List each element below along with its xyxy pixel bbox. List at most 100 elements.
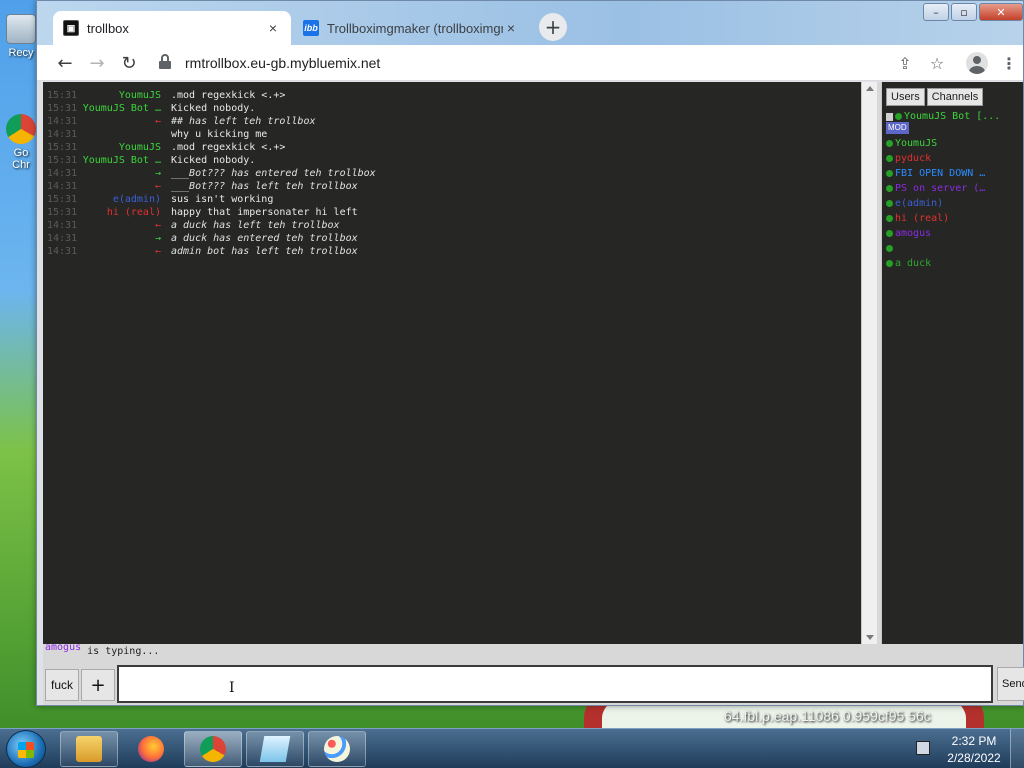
message-nick[interactable] <box>81 128 171 141</box>
send-button[interactable]: Send <box>997 667 1024 701</box>
clock-time[interactable]: 2:32 PM <box>948 734 1000 748</box>
message-text: a duck has entered teh trollbox <box>171 233 358 244</box>
show-desktop-button[interactable] <box>1010 729 1024 768</box>
message-nick[interactable]: ← <box>81 219 171 232</box>
attach-plus-button[interactable]: + <box>81 669 115 701</box>
forward-button[interactable]: → <box>85 51 109 75</box>
browser-menu-icon[interactable]: ⋮ <box>997 51 1021 75</box>
close-window-button[interactable]: ✕ <box>979 3 1023 21</box>
tab-close-icon[interactable]: × <box>503 20 519 36</box>
message-text: .mod regexkick <.+> <box>171 90 286 101</box>
user-list-item[interactable]: hi (real) <box>886 211 1020 226</box>
browser-window: ▣ trollbox × ibb Trollboximgmaker (troll… <box>36 0 1024 706</box>
profile-icon[interactable] <box>965 51 989 75</box>
online-status-icon <box>886 185 893 192</box>
scroll-up-icon[interactable] <box>866 86 874 91</box>
chat-message: 14:31 → ___Bot??? has entered teh trollbox <box>43 167 861 180</box>
typing-indicator: amogus is typing... <box>43 642 1023 664</box>
user-name: FBI OPEN DOWN … <box>895 168 986 179</box>
tab-trollboximgmaker[interactable]: ibb Trollboximgmaker (trollboximgm × <box>293 11 529 45</box>
chrome-icon <box>200 736 226 762</box>
message-text: Kicked nobody. <box>171 155 256 166</box>
message-text: happy that impersonater hi left <box>171 207 358 218</box>
user-name: YoumuJS Bot [... <box>904 111 1001 122</box>
user-name: amogus <box>895 228 932 239</box>
chat-message: 15:31 YoumuJS Bot … Kicked nobody. <box>43 102 861 115</box>
chat-message: 14:31 ← admin bot has left teh trollbox <box>43 245 861 258</box>
lock-icon[interactable] <box>159 54 171 69</box>
typing-suffix: is typing... <box>87 646 160 657</box>
taskbar-paint-button[interactable] <box>308 731 366 767</box>
taskbar-chrome-button[interactable] <box>184 731 242 767</box>
online-status-icon <box>886 200 893 207</box>
minimize-button[interactable]: – <box>923 3 949 21</box>
message-time: 14:31 <box>47 233 78 244</box>
tab-trollbox[interactable]: ▣ trollbox × <box>53 11 291 45</box>
url-text[interactable]: rmtrollbox.eu-gb.mybluemix.net <box>185 55 380 71</box>
online-status-icon <box>886 140 893 147</box>
message-nick[interactable]: hi (real) <box>81 206 171 219</box>
taskbar-notepad-button[interactable] <box>246 731 304 767</box>
windows-logo-icon <box>18 742 34 758</box>
trollbox-page: 15:31 YoumuJS .mod regexkick <.+> 15:31 Youm… <box>43 82 1024 705</box>
start-button[interactable] <box>6 730 46 768</box>
text-cursor-icon: I <box>229 680 235 696</box>
message-text: ## has left teh trollbox <box>171 116 316 127</box>
message-time: 15:31 <box>47 194 78 205</box>
recycle-bin-desktop-icon[interactable]: Recy <box>4 14 38 59</box>
chat-scrollbar[interactable] <box>861 82 877 644</box>
chrome-desktop-icon[interactable]: Go Chr <box>4 114 38 171</box>
message-time: 14:31 <box>47 220 78 231</box>
tab-users[interactable]: Users <box>886 88 925 106</box>
message-nick[interactable]: ← <box>81 115 171 128</box>
message-nick[interactable]: e(admin) <box>81 193 171 206</box>
tab-close-icon[interactable]: × <box>265 20 281 36</box>
share-icon[interactable]: ⇪ <box>893 51 917 75</box>
user-list-item[interactable]: a duck <box>886 256 1020 271</box>
folder-icon <box>76 736 102 762</box>
message-time: 15:31 <box>47 103 78 114</box>
taskbar-explorer-button[interactable] <box>60 731 118 767</box>
chrome-icon <box>6 114 36 144</box>
user-list-item[interactable]: PS on server (… <box>886 181 1020 196</box>
network-icon[interactable] <box>916 741 930 755</box>
user-list-item[interactable]: FBI OPEN DOWN … <box>886 166 1020 181</box>
online-status-icon <box>886 245 893 252</box>
user-list-item[interactable]: YoumuJS Bot [... <box>886 109 1020 124</box>
message-time: 14:31 <box>47 168 78 179</box>
message-nick[interactable]: YoumuJS <box>81 89 171 102</box>
chat-message: 15:31 YoumuJS .mod regexkick <.+> <box>43 89 861 102</box>
bookmark-star-icon[interactable]: ☆ <box>925 51 949 75</box>
chrome-desktop-label: Go Chr <box>12 147 30 171</box>
user-list-item[interactable]: amogus <box>886 226 1020 241</box>
avatar <box>966 52 988 74</box>
new-tab-button[interactable]: + <box>539 13 567 41</box>
user-name: PS on server (… <box>895 183 986 194</box>
user-list-item[interactable]: YoumuJS <box>886 136 1020 151</box>
message-text: ___Bot??? has entered teh trollbox <box>171 168 376 179</box>
tab-channels[interactable]: Channels <box>926 88 984 106</box>
message-nick[interactable]: → <box>81 232 171 245</box>
restore-button[interactable]: ▫ <box>951 3 977 21</box>
nickname-button[interactable]: fuck <box>45 669 79 701</box>
user-list-item[interactable] <box>886 241 1020 256</box>
user-list-item[interactable]: pyduck <box>886 151 1020 166</box>
message-nick[interactable]: YoumuJS <box>81 141 171 154</box>
bot-icon <box>886 112 893 121</box>
user-list-item[interactable]: e(admin) <box>886 196 1020 211</box>
reload-button[interactable]: ↻ <box>117 51 141 75</box>
message-nick[interactable]: ← <box>81 245 171 258</box>
online-status-icon <box>886 230 893 237</box>
taskbar-firefox-button[interactable] <box>122 731 180 767</box>
browser-toolbar: ← → ↻ rmtrollbox.eu-gb.mybluemix.net ⇪ ☆… <box>37 45 1023 81</box>
clock-date[interactable]: 2/28/2022 <box>944 751 1004 765</box>
message-nick[interactable]: → <box>81 167 171 180</box>
scroll-down-icon[interactable] <box>866 635 874 640</box>
message-nick[interactable]: ← <box>81 180 171 193</box>
message-nick[interactable]: YoumuJS Bot … <box>81 102 171 115</box>
back-button[interactable]: ← <box>53 51 77 75</box>
message-nick[interactable]: YoumuJS Bot … <box>81 154 171 167</box>
address-bar[interactable]: rmtrollbox.eu-gb.mybluemix.net <box>155 51 877 75</box>
message-input[interactable] <box>117 665 993 703</box>
message-time: 15:31 <box>47 90 78 101</box>
